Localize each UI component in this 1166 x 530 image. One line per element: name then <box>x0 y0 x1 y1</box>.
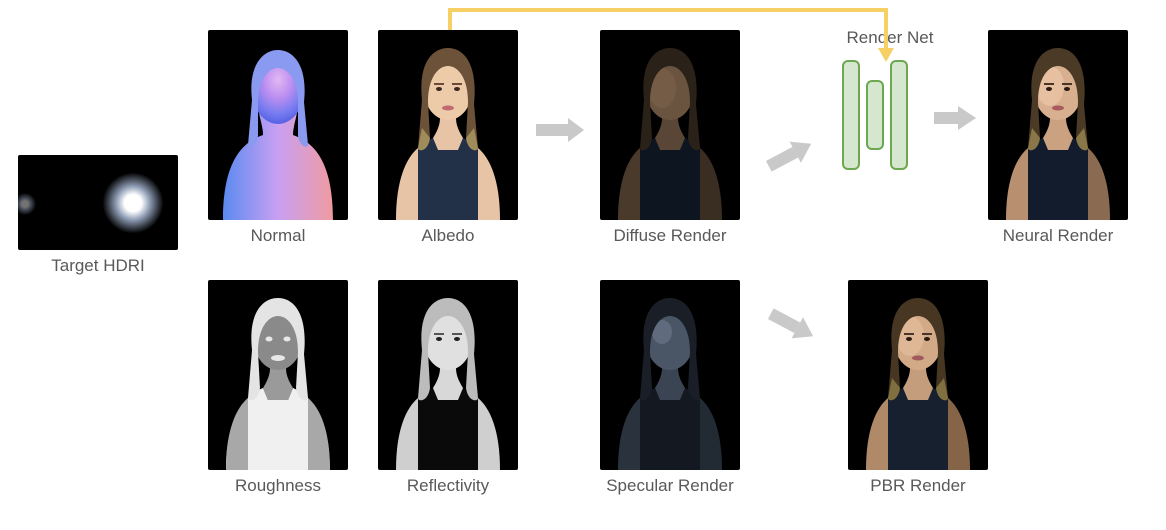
target-hdri-label: Target HDRI <box>18 256 178 276</box>
normal-panel: Normal <box>208 30 348 246</box>
roughness-figure <box>208 280 348 470</box>
neural-render-label: Neural Render <box>988 226 1128 246</box>
arrow-net-to-neural <box>930 100 980 136</box>
reflectivity-panel: Reflectivity <box>378 280 518 496</box>
roughness-panel: Roughness <box>208 280 348 496</box>
diffuse-label: Diffuse Render <box>600 226 740 246</box>
roughness-image <box>208 280 348 470</box>
neural-render-panel: Neural Render <box>988 30 1128 246</box>
reflectivity-figure <box>378 280 518 470</box>
target-hdri-panel: Target HDRI <box>18 155 178 276</box>
normal-figure <box>208 30 348 220</box>
target-hdri-image <box>18 155 178 250</box>
arrow-albedo-to-net-yellow <box>448 4 908 114</box>
specular-panel: Specular Render <box>600 280 740 496</box>
reflectivity-image <box>378 280 518 470</box>
pbr-render-panel: PBR Render <box>848 280 988 496</box>
pbr-render-label: PBR Render <box>848 476 988 496</box>
specular-image <box>600 280 740 470</box>
pbr-figure <box>848 280 988 470</box>
arrow-albedo-to-diffuse <box>532 112 588 148</box>
normal-image <box>208 30 348 220</box>
hdri-dim-light <box>18 193 36 215</box>
reflectivity-label: Reflectivity <box>378 476 518 496</box>
specular-label: Specular Render <box>600 476 740 496</box>
pbr-render-image <box>848 280 988 470</box>
specular-figure <box>600 280 740 470</box>
neural-figure <box>988 30 1128 220</box>
roughness-label: Roughness <box>208 476 348 496</box>
hdri-bright-light <box>103 173 163 233</box>
albedo-label: Albedo <box>378 226 518 246</box>
arrow-specular-to-pbr <box>762 300 822 350</box>
normal-label: Normal <box>208 226 348 246</box>
neural-render-image <box>988 30 1128 220</box>
arrow-diffuse-to-net <box>760 130 820 180</box>
